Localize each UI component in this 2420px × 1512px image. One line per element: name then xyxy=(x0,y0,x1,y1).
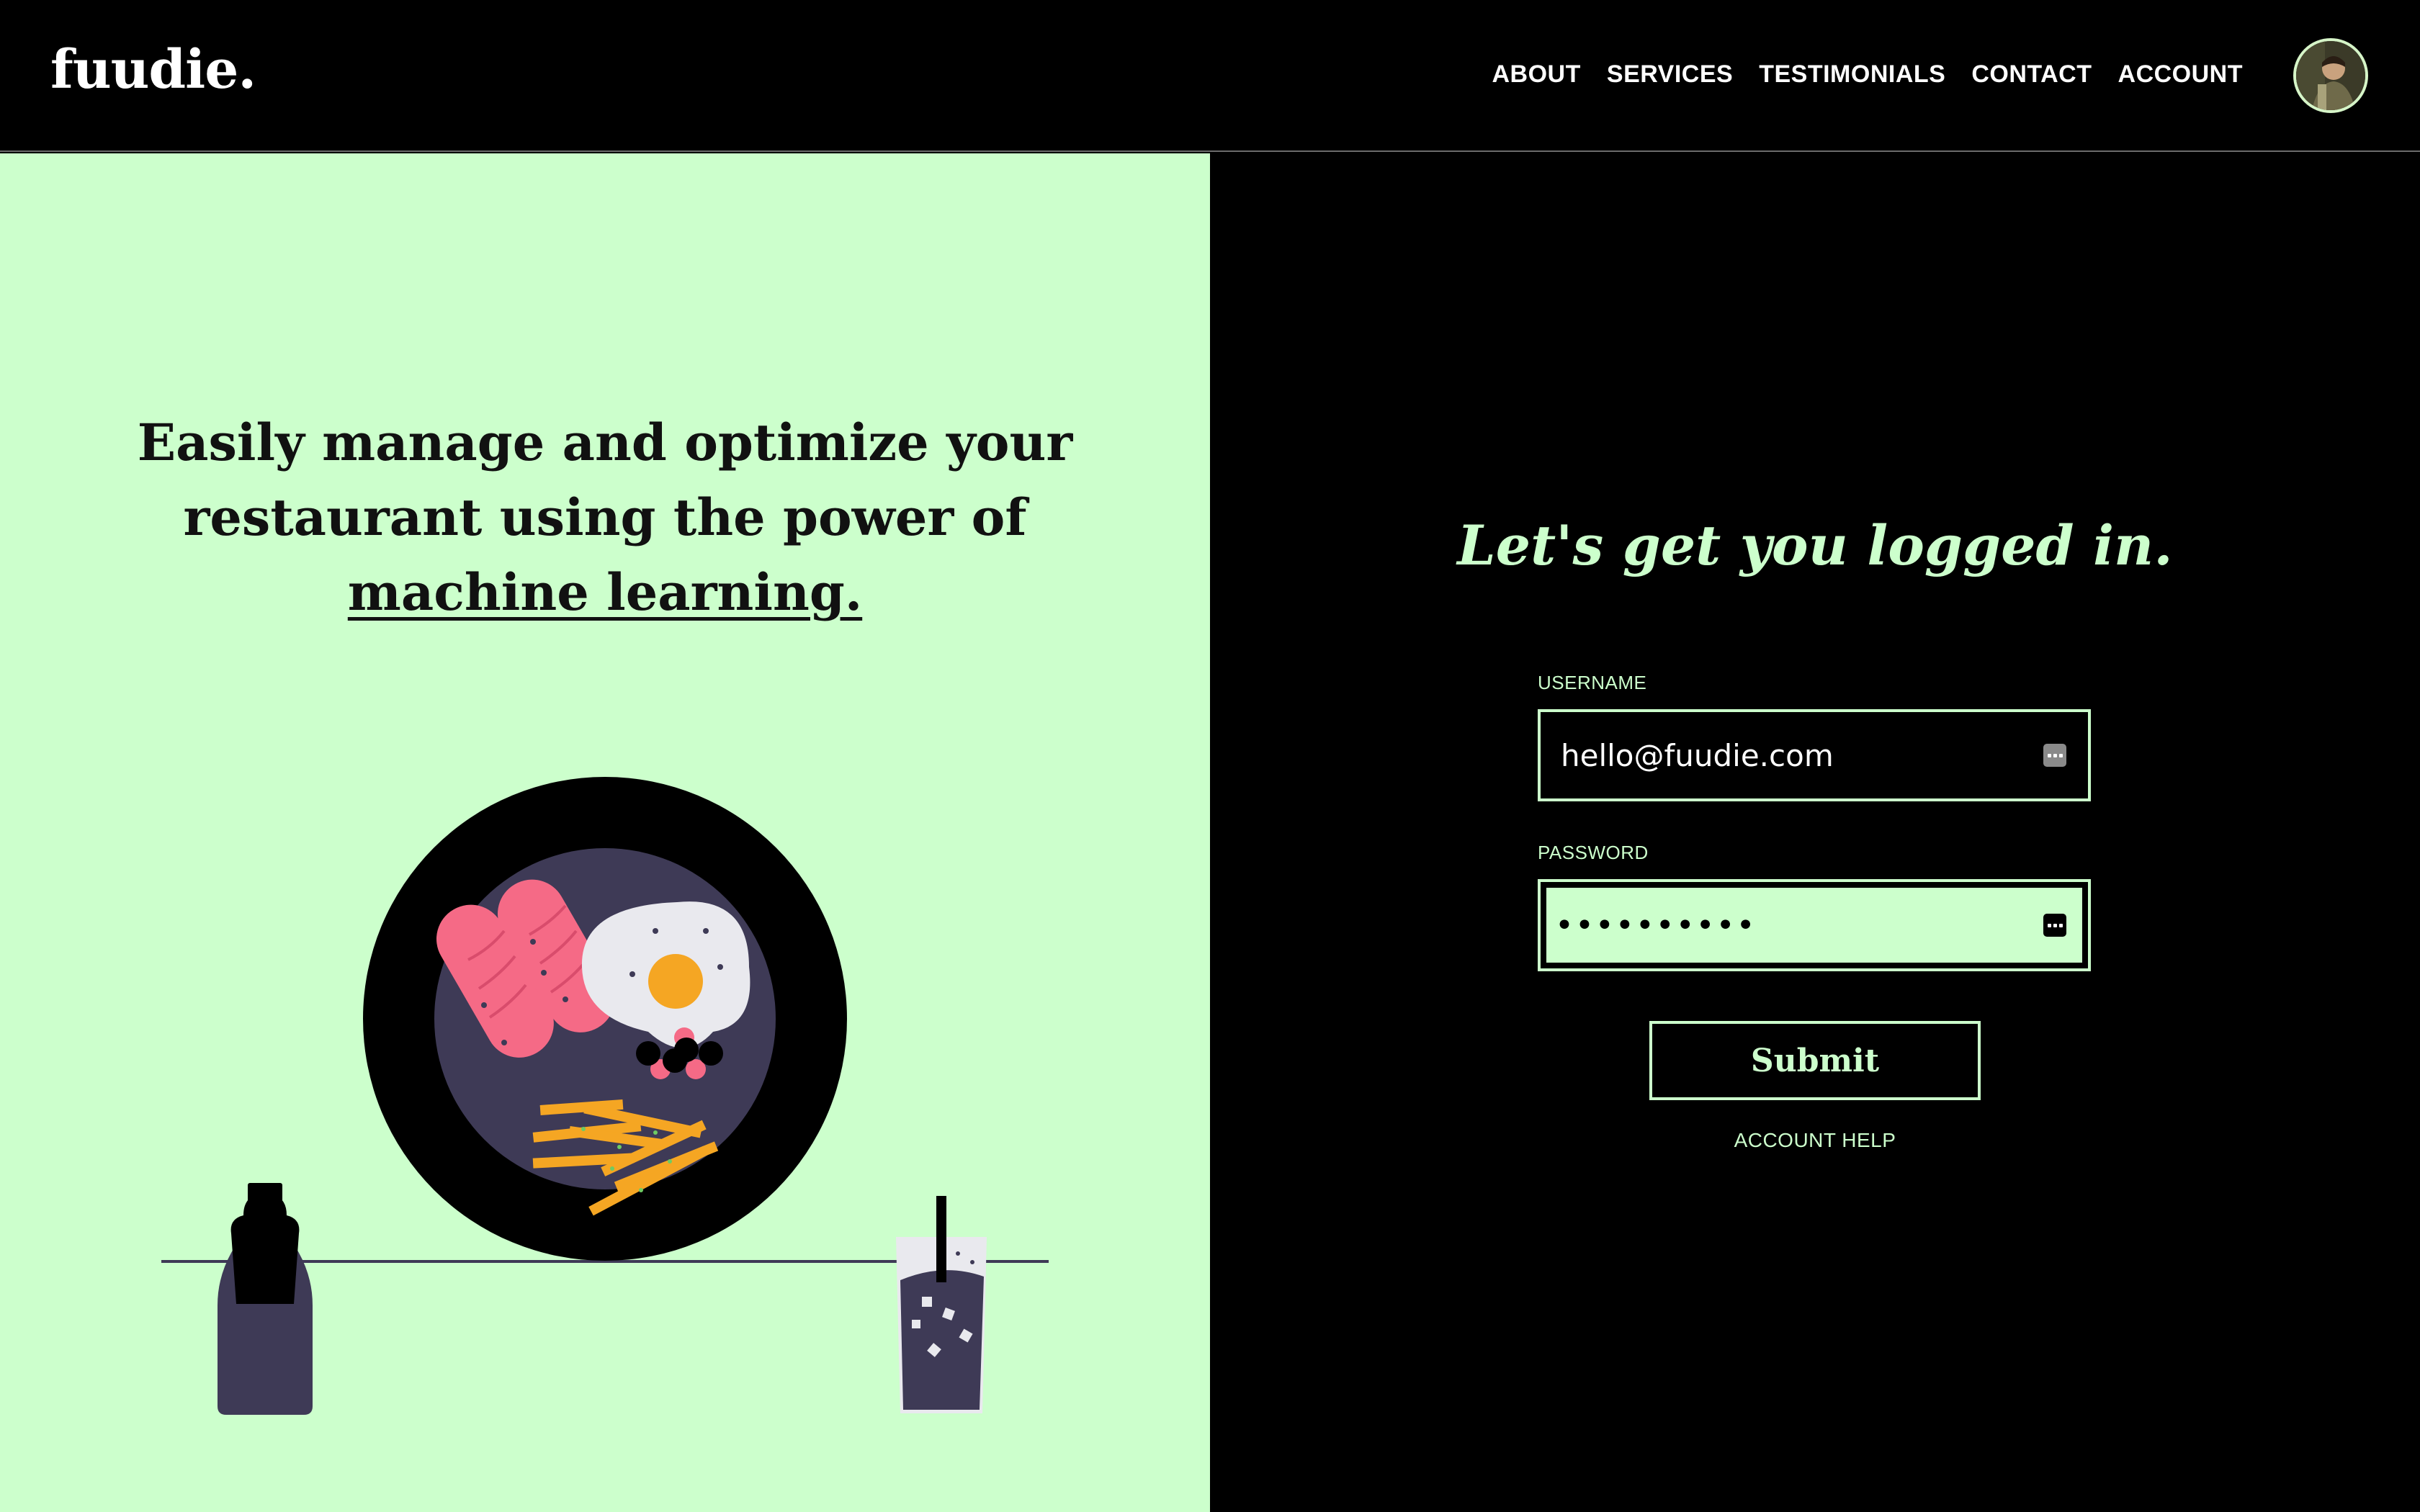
login-title: Let's get you logged in. xyxy=(1457,513,2173,577)
nav-contact[interactable]: CONTACT xyxy=(1971,60,2092,89)
nav-account[interactable]: ACCOUNT xyxy=(2118,60,2243,89)
password-manager-icon[interactable] xyxy=(2043,744,2066,767)
user-avatar[interactable] xyxy=(2293,38,2368,113)
main-nav: ABOUT SERVICES TESTIMONIALS CONTACT ACCO… xyxy=(1492,60,2244,89)
account-help-link[interactable]: ACCOUNT HELP xyxy=(1671,1129,1959,1152)
hero-headline-text: Easily manage and optimize your restaura… xyxy=(137,413,1073,547)
sauce-bottle-icon xyxy=(218,1183,313,1415)
username-input[interactable] xyxy=(1541,712,2088,798)
password-label: PASSWORD xyxy=(1538,842,1649,863)
username-label: USERNAME xyxy=(1538,672,1647,693)
password-manager-icon[interactable] xyxy=(2043,914,2066,937)
nav-services[interactable]: SERVICES xyxy=(1607,60,1733,89)
submit-button[interactable]: Submit xyxy=(1649,1021,1981,1100)
nav-about[interactable]: ABOUT xyxy=(1492,60,1581,89)
hero-panel: Easily manage and optimize your restaura… xyxy=(0,153,1210,1512)
avatar-photo xyxy=(2296,41,2365,110)
breakfast-illustration xyxy=(161,777,1049,1415)
nav-testimonials[interactable]: TESTIMONIALS xyxy=(1759,60,1945,89)
password-input[interactable] xyxy=(1541,882,2088,968)
hero-headline: Easily manage and optimize your restaura… xyxy=(130,405,1080,630)
drink-glass-icon xyxy=(896,1196,987,1413)
login-panel: Let's get you logged in. USERNAME PASSWO… xyxy=(1210,153,2420,1512)
username-field[interactable] xyxy=(1538,709,2091,801)
machine-learning-link[interactable]: machine learning. xyxy=(348,562,862,622)
top-header: fuudie. ABOUT SERVICES TESTIMONIALS CONT… xyxy=(0,0,2420,152)
password-field[interactable] xyxy=(1538,879,2091,971)
brand-logo[interactable]: fuudie. xyxy=(50,39,256,101)
